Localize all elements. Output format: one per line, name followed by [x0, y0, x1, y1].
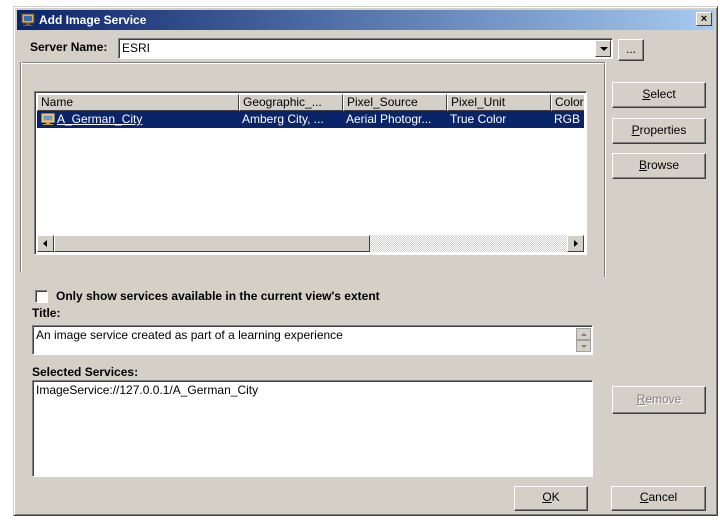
column-header-color[interactable]: Color — [551, 94, 584, 111]
server-browse-button[interactable]: ... — [618, 39, 644, 61]
group-border-top — [20, 62, 604, 63]
window-title: Add Image Service — [39, 13, 147, 27]
selected-services-label: Selected Services: — [32, 365, 139, 379]
cancel-button[interactable]: Cancel — [611, 486, 706, 511]
horizontal-scrollbar[interactable] — [37, 235, 584, 252]
services-list[interactable]: Name Geographic_... Pixel_Source Pixel_U… — [34, 91, 587, 255]
list-header: Name Geographic_... Pixel_Source Pixel_U… — [37, 94, 584, 111]
title-bar[interactable]: Add Image Service × — [17, 10, 714, 30]
group-border-left — [20, 62, 21, 272]
extent-checkbox-label: Only show services available in the curr… — [56, 289, 380, 303]
scroll-thumb[interactable] — [54, 235, 370, 252]
group-border-right — [604, 62, 605, 277]
chevron-down-icon — [581, 345, 587, 348]
list-item[interactable]: ImageService://127.0.0.1/A_German_City — [36, 383, 258, 397]
title-textarea[interactable]: An image service created as part of a le… — [32, 325, 593, 355]
selected-services-list[interactable]: ImageService://127.0.0.1/A_German_City — [32, 380, 593, 477]
title-label: Title: — [32, 306, 61, 320]
scroll-right-button[interactable] — [567, 235, 584, 252]
close-button[interactable]: × — [696, 12, 712, 26]
chevron-left-icon — [43, 240, 47, 247]
image-service-icon — [41, 113, 55, 125]
column-header-pixel-source[interactable]: Pixel_Source — [343, 94, 447, 111]
title-value: An image service created as part of a le… — [36, 328, 343, 342]
properties-button[interactable]: Properties — [612, 118, 706, 144]
scroll-left-button[interactable] — [37, 235, 54, 252]
close-icon: × — [700, 13, 708, 25]
chevron-right-icon — [574, 240, 578, 247]
scroll-down-button[interactable] — [576, 340, 591, 352]
server-name-value: ESRI — [122, 41, 151, 55]
table-row[interactable]: A_German_City Amberg City, ... Aerial Ph… — [37, 111, 584, 128]
column-header-name[interactable]: Name — [37, 94, 239, 111]
column-header-pixel-unit[interactable]: Pixel_Unit — [447, 94, 551, 111]
cell-pixel-unit: True Color — [450, 112, 507, 126]
chevron-down-icon[interactable] — [595, 40, 611, 57]
cell-geographic: Amberg City, ... — [242, 112, 324, 126]
ok-button[interactable]: OK — [514, 486, 588, 511]
browse-button[interactable]: Browse — [612, 153, 706, 179]
column-header-geographic[interactable]: Geographic_... — [239, 94, 343, 111]
add-image-service-dialog: Add Image Service × Server Name: ESRI ..… — [13, 6, 718, 516]
cell-pixel-source: Aerial Photogr... — [346, 112, 432, 126]
cell-color: RGB — [554, 112, 581, 126]
server-name-label: Server Name: — [30, 40, 108, 54]
remove-button[interactable]: Remove — [612, 386, 706, 414]
cell-name: A_German_City — [57, 112, 143, 126]
image-service-icon — [21, 13, 35, 26]
chevron-up-icon — [581, 333, 587, 336]
server-name-combobox[interactable]: ESRI — [118, 38, 613, 59]
scroll-up-button[interactable] — [576, 328, 591, 340]
extent-checkbox[interactable] — [35, 290, 48, 303]
select-button[interactable]: Select — [612, 82, 706, 108]
